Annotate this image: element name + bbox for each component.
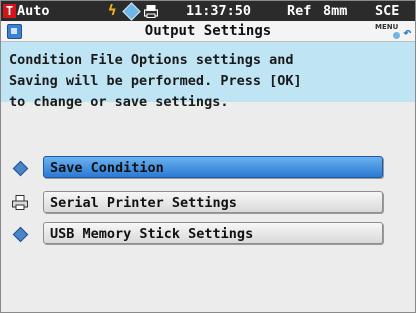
mode-icon: T <box>3 4 16 18</box>
menu-item-usb-memory-stick-settings[interactable]: USB Memory Stick Settings <box>1 222 415 246</box>
usb-memory-stick-settings-button[interactable]: USB Memory Stick Settings <box>43 222 383 244</box>
flash-icon: ϟ <box>108 3 117 19</box>
screen: T Auto ϟ 11:37:50 Ref 8mm SCE Output Set… <box>0 0 416 313</box>
aperture-label: 8mm <box>323 3 348 19</box>
probe-icon <box>122 2 141 21</box>
menu-dot-icon <box>393 32 400 39</box>
instruction-text: Condition File Options settings and Savi… <box>1 42 415 110</box>
clock: 11:37:50 <box>186 3 252 19</box>
diamond-icon <box>12 160 29 177</box>
mode-label: Auto <box>17 3 50 19</box>
ref-label: Ref <box>287 3 312 19</box>
printer-icon <box>12 195 28 214</box>
sce-label: SCE <box>375 3 400 19</box>
page-title: Output Settings <box>144 23 272 39</box>
diamond-icon <box>12 226 29 243</box>
save-condition-button[interactable]: Save Condition <box>43 156 383 178</box>
menu-back-button[interactable]: MENU ↶ <box>375 22 415 40</box>
title-bar: Output Settings MENU ↶ <box>1 21 415 42</box>
status-bar: T Auto ϟ 11:37:50 Ref 8mm SCE <box>1 1 415 21</box>
serial-printer-settings-button[interactable]: Serial Printer Settings <box>43 191 383 213</box>
menu-label: MENU <box>375 23 399 31</box>
menu-item-serial-printer-settings[interactable]: Serial Printer Settings <box>1 191 415 215</box>
back-arrow-icon: ↶ <box>403 25 412 41</box>
menu-item-save-condition[interactable]: Save Condition <box>1 156 415 180</box>
